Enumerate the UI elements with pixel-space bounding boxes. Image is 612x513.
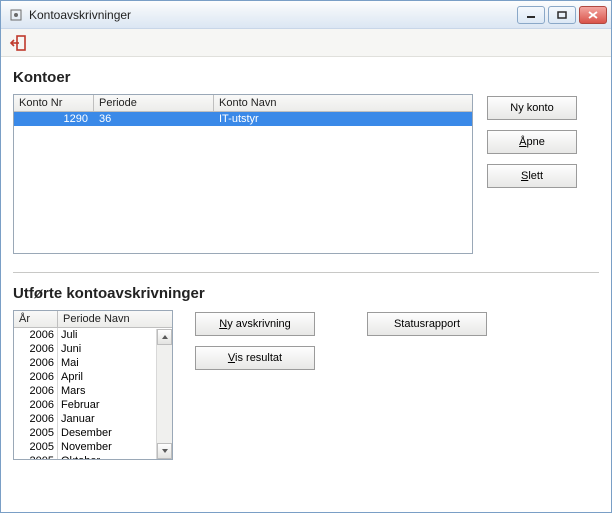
- window-controls: [517, 6, 607, 24]
- cell-periode-navn: Mars: [58, 384, 156, 398]
- history-mid-buttons: Ny avskrivning Vis resultat: [195, 310, 315, 370]
- cell-periode-navn: April: [58, 370, 156, 384]
- slett-rest: lett: [528, 170, 543, 182]
- cell-ar: 2006: [14, 384, 58, 398]
- minimize-button[interactable]: [517, 6, 545, 24]
- accounts-heading: Kontoer: [13, 69, 599, 86]
- table-row[interactable]: 2006Juli: [14, 328, 172, 342]
- table-row[interactable]: 129036IT-utstyr: [14, 112, 472, 126]
- accounts-table-header: Konto Nr Periode Konto Navn: [14, 95, 472, 112]
- app-icon: [9, 8, 23, 22]
- cell-ar: 2006: [14, 328, 58, 342]
- table-row[interactable]: 2006Januar: [14, 412, 172, 426]
- cell-ar: 2006: [14, 412, 58, 426]
- vis-resultat-button[interactable]: Vis resultat: [195, 346, 315, 370]
- toolbar: [1, 29, 611, 57]
- accounts-side-buttons: Ny konto Åpne Slett: [487, 94, 577, 188]
- scroll-down-icon[interactable]: [157, 443, 172, 459]
- cell-periode-navn: Januar: [58, 412, 156, 426]
- history-heading: Utførte kontoavskrivninger: [13, 285, 599, 302]
- cell-ar: 2006: [14, 398, 58, 412]
- accounts-table[interactable]: Konto Nr Periode Konto Navn 129036IT-uts…: [13, 94, 473, 254]
- cell-periode-navn: Desember: [58, 426, 156, 440]
- ny-avskrivning-rest: y avskrivning: [227, 318, 291, 330]
- cell-periode-navn: Mai: [58, 356, 156, 370]
- col-periode[interactable]: Periode: [94, 95, 214, 111]
- cell-ar: 2005: [14, 440, 58, 454]
- col-ar[interactable]: År: [14, 311, 58, 327]
- ny-avskrivning-accel: N: [219, 318, 227, 330]
- slett-button[interactable]: Slett: [487, 164, 577, 188]
- history-table[interactable]: År Periode Navn 2006Juli2006Juni2006Mai2…: [13, 310, 173, 460]
- table-row[interactable]: 2006April: [14, 370, 172, 384]
- history-right-buttons: Statusrapport: [367, 310, 487, 336]
- cell-periode-navn: November: [58, 440, 156, 454]
- col-konto-navn[interactable]: Konto Navn: [214, 95, 472, 111]
- cell-ar: 2005: [14, 454, 58, 460]
- history-table-header: År Periode Navn: [14, 311, 172, 328]
- content-area: Kontoer Konto Nr Periode Konto Navn 1290…: [1, 57, 611, 512]
- cell-periode-navn: Oktober: [58, 454, 156, 460]
- cell-periode-navn: Juli: [58, 328, 156, 342]
- cell-periode-navn: Februar: [58, 398, 156, 412]
- titlebar: Kontoavskrivninger: [1, 1, 611, 29]
- table-row[interactable]: 2005November: [14, 440, 172, 454]
- table-row[interactable]: 2006Mars: [14, 384, 172, 398]
- cell-ar: 2006: [14, 370, 58, 384]
- table-row[interactable]: 2006Juni: [14, 342, 172, 356]
- table-row[interactable]: 2006Februar: [14, 398, 172, 412]
- cell-konto-nr: 1290: [14, 112, 94, 126]
- close-button[interactable]: [579, 6, 607, 24]
- cell-periode-navn: Juni: [58, 342, 156, 356]
- cell-konto-navn: IT-utstyr: [214, 112, 472, 126]
- section-divider: [13, 272, 599, 273]
- apne-rest: pne: [526, 136, 544, 148]
- statusrapport-button[interactable]: Statusrapport: [367, 312, 487, 336]
- scroll-up-icon[interactable]: [157, 329, 172, 345]
- apne-button[interactable]: Åpne: [487, 130, 577, 154]
- scroll-track[interactable]: [157, 346, 172, 442]
- cell-ar: 2005: [14, 426, 58, 440]
- exit-icon[interactable]: [7, 32, 29, 54]
- cell-ar: 2006: [14, 342, 58, 356]
- cell-ar: 2006: [14, 356, 58, 370]
- vis-resultat-rest: is resultat: [235, 352, 282, 364]
- table-row[interactable]: 2005Desember: [14, 426, 172, 440]
- table-row[interactable]: 2005Oktober: [14, 454, 172, 460]
- table-row[interactable]: 2006Mai: [14, 356, 172, 370]
- cell-periode: 36: [94, 112, 214, 126]
- vis-resultat-accel: V: [228, 352, 235, 364]
- window-title: Kontoavskrivninger: [29, 8, 517, 22]
- maximize-button[interactable]: [548, 6, 576, 24]
- col-konto-nr[interactable]: Konto Nr: [14, 95, 94, 111]
- ny-avskrivning-button[interactable]: Ny avskrivning: [195, 312, 315, 336]
- app-window: Kontoavskrivninger Kontoer: [0, 0, 612, 513]
- ny-konto-button[interactable]: Ny konto: [487, 96, 577, 120]
- history-scrollbar[interactable]: [156, 329, 172, 459]
- col-periode-navn[interactable]: Periode Navn: [58, 311, 172, 327]
